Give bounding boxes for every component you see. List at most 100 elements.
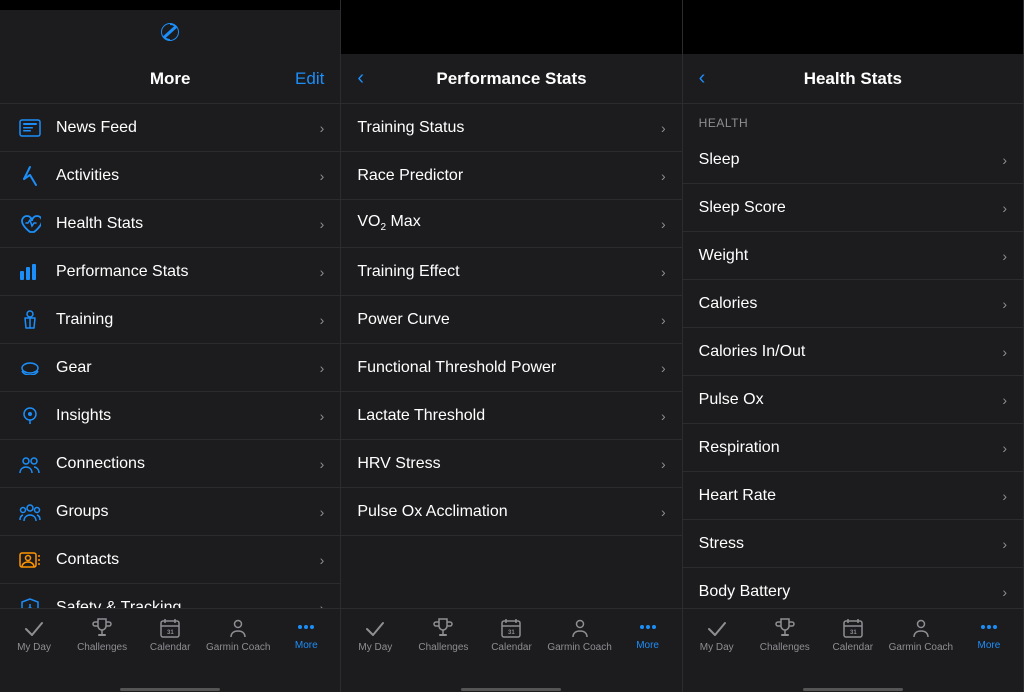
check-icon-1 [23, 617, 45, 639]
list-item-pulse-ox[interactable]: Pulse Ox › [683, 376, 1023, 424]
panel-more: More Edit News Feed › Activities › Healt… [0, 0, 341, 692]
tab-bar-1: My Day Challenges 31 Calendar Garmin Coa… [0, 608, 340, 686]
list-item-weight[interactable]: Weight › [683, 232, 1023, 280]
tab-label-challenges-2: Challenges [418, 642, 468, 653]
weight-label: Weight [699, 247, 1003, 265]
activities-chevron: › [320, 168, 325, 184]
list-item-race-predictor[interactable]: Race Predictor › [341, 152, 681, 200]
contacts-chevron: › [320, 552, 325, 568]
tab-calendar-1[interactable]: 31 Calendar [136, 617, 204, 653]
tab-calendar-3[interactable]: 31 Calendar [819, 617, 887, 653]
list-item-training-status[interactable]: Training Status › [341, 104, 681, 152]
groups-chevron: › [320, 504, 325, 520]
status-bar-1 [0, 0, 340, 10]
race-predictor-label: Race Predictor [357, 167, 661, 185]
list-item-hrv[interactable]: HRV Stress › [341, 440, 681, 488]
gear-chevron: › [320, 360, 325, 376]
list-item-health-stats[interactable]: Health Stats › [0, 200, 340, 248]
health-section-label: HEALTH [683, 104, 1023, 136]
list-item-pulse-ox-accl[interactable]: Pulse Ox Acclimation › [341, 488, 681, 536]
list-item-heart-rate[interactable]: Heart Rate › [683, 472, 1023, 520]
connections-chevron: › [320, 456, 325, 472]
edit-button[interactable]: Edit [295, 69, 324, 89]
tab-calendar-2[interactable]: 31 Calendar [477, 617, 545, 653]
groups-label: Groups [56, 503, 320, 521]
safety-icon [16, 594, 44, 609]
more-list: News Feed › Activities › Health Stats › … [0, 104, 340, 608]
tab-bar-3: My Day Challenges 31 Calendar Garmin Coa… [683, 608, 1023, 686]
tab-my-day-1[interactable]: My Day [0, 617, 68, 653]
list-item-ftp[interactable]: Functional Threshold Power › [341, 344, 681, 392]
hrv-label: HRV Stress [357, 455, 661, 473]
tab-my-day-3[interactable]: My Day [683, 617, 751, 653]
list-item-training-effect[interactable]: Training Effect › [341, 248, 681, 296]
tab-my-day-2[interactable]: My Day [341, 617, 409, 653]
list-item-performance-stats[interactable]: Performance Stats › [0, 248, 340, 296]
tab-coach-2[interactable]: Garmin Coach [546, 617, 614, 653]
tab-label-more-3: More [978, 640, 1001, 651]
list-item-sleep-score[interactable]: Sleep Score › [683, 184, 1023, 232]
list-item-respiration[interactable]: Respiration › [683, 424, 1023, 472]
panel-header-health: ‹ Health Stats [683, 54, 1023, 104]
performance-stats-chevron: › [320, 264, 325, 280]
list-item-vo2max[interactable]: VO2 Max › [341, 200, 681, 248]
list-item-groups[interactable]: Groups › [0, 488, 340, 536]
calories-label: Calories [699, 295, 1003, 313]
tab-challenges-2[interactable]: Challenges [409, 617, 477, 653]
activities-icon [16, 162, 44, 190]
garmin-logo-icon [158, 20, 182, 44]
list-item-insights[interactable]: Insights › [0, 392, 340, 440]
home-indicator-1 [0, 686, 340, 692]
back-button-health[interactable]: ‹ [699, 67, 706, 90]
training-chevron: › [320, 312, 325, 328]
insights-label: Insights [56, 407, 320, 425]
news-icon [16, 114, 44, 142]
gear-label: Gear [56, 359, 320, 377]
tab-more-3[interactable]: More [955, 617, 1023, 651]
list-item-gear[interactable]: Gear › [0, 344, 340, 392]
list-item-training[interactable]: Training › [0, 296, 340, 344]
coach-icon-3 [910, 617, 932, 639]
tab-more-2[interactable]: More [614, 617, 682, 651]
list-item-sleep[interactable]: Sleep › [683, 136, 1023, 184]
list-item-body-battery[interactable]: Body Battery › [683, 568, 1023, 608]
calendar-icon-3: 31 [842, 617, 864, 639]
home-indicator-2 [341, 686, 681, 692]
training-effect-label: Training Effect [357, 263, 661, 281]
tab-more-1[interactable]: More [272, 617, 340, 651]
calendar-icon-2: 31 [500, 617, 522, 639]
list-item-activities[interactable]: Activities › [0, 152, 340, 200]
list-item-contacts[interactable]: Contacts › [0, 536, 340, 584]
tab-label-coach-2: Garmin Coach [547, 642, 611, 653]
list-item-safety[interactable]: Safety & Tracking › [0, 584, 340, 608]
tab-challenges-3[interactable]: Challenges [751, 617, 819, 653]
tab-coach-3[interactable]: Garmin Coach [887, 617, 955, 653]
calories-in-out-label: Calories In/Out [699, 343, 1003, 361]
list-item-power-curve[interactable]: Power Curve › [341, 296, 681, 344]
tab-label-myday-2: My Day [358, 642, 392, 653]
list-item-stress[interactable]: Stress › [683, 520, 1023, 568]
list-item-calories[interactable]: Calories › [683, 280, 1023, 328]
list-item-connections[interactable]: Connections › [0, 440, 340, 488]
tab-coach-1[interactable]: Garmin Coach [204, 617, 272, 653]
pulse-ox-accl-label: Pulse Ox Acclimation [357, 503, 661, 521]
tab-label-more-2: More [636, 640, 659, 651]
tab-calendar-label-1: Calendar [150, 642, 191, 653]
ftp-label: Functional Threshold Power [357, 359, 661, 377]
list-item-lactate[interactable]: Lactate Threshold › [341, 392, 681, 440]
spacer-3 [683, 10, 1023, 54]
trophy-icon-1 [91, 617, 113, 639]
activities-label: Activities [56, 167, 320, 185]
back-button-performance[interactable]: ‹ [357, 67, 364, 90]
panel-header-performance: ‹ Performance Stats [341, 54, 681, 104]
insights-chevron: › [320, 408, 325, 424]
performance-icon [16, 258, 44, 286]
tab-label-calendar-2: Calendar [491, 642, 532, 653]
lactate-label: Lactate Threshold [357, 407, 661, 425]
tab-challenges-label-1: Challenges [77, 642, 127, 653]
list-item-news-feed[interactable]: News Feed › [0, 104, 340, 152]
dots-icon-1 [298, 617, 314, 637]
tab-challenges-1[interactable]: Challenges [68, 617, 136, 653]
list-item-calories-in-out[interactable]: Calories In/Out › [683, 328, 1023, 376]
health-stats-label: Health Stats [56, 215, 320, 233]
